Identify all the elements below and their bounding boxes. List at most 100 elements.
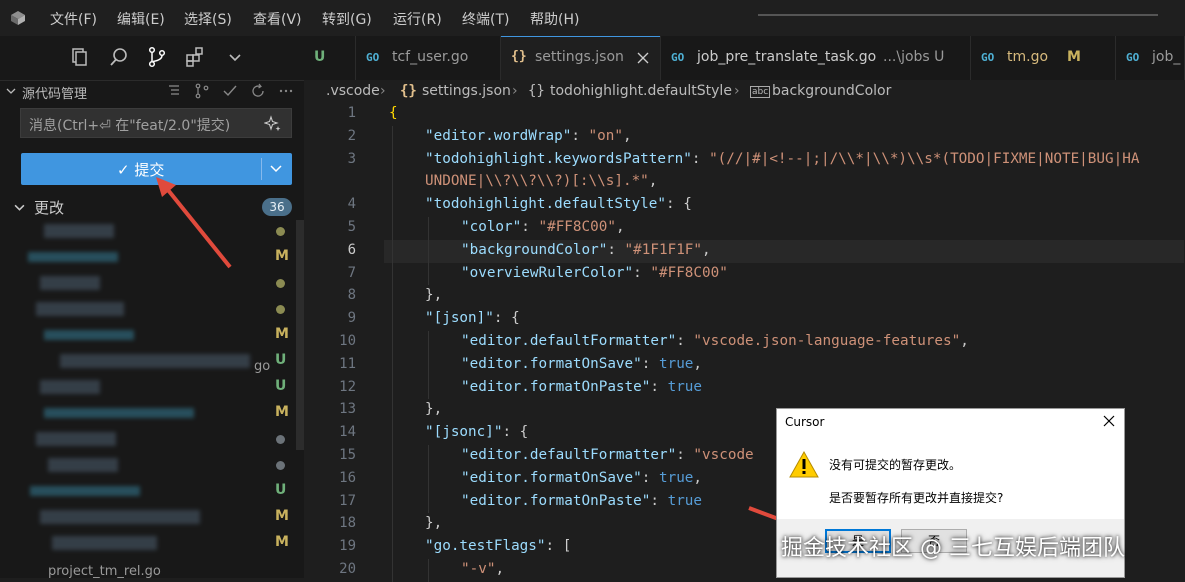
code-token: "vscode.json-language-features" — [693, 333, 961, 349]
indent-guide — [428, 353, 429, 377]
list-item[interactable]: M — [0, 531, 292, 557]
code-token: "(//|#|<!--|;|/\\*|\\*)\\s*(TODO|FIXME|N… — [709, 150, 1140, 167]
file-name-partial[interactable]: project_tm_rel.go — [48, 564, 161, 579]
cursor-logo-icon — [11, 11, 25, 25]
list-item[interactable]: M — [0, 245, 292, 271]
indent-guide — [392, 308, 393, 331]
breadcrumb-symbol[interactable]: todohighlight.defaultStyle — [550, 83, 732, 99]
indent-guide — [428, 445, 429, 468]
editor-tab[interactable]: GO job_ — [1116, 36, 1185, 80]
list-item[interactable]: M — [0, 505, 292, 531]
indent-guide — [428, 217, 429, 240]
line-number: 2 — [347, 127, 356, 144]
menu-item[interactable]: 查看(V) — [253, 9, 302, 29]
code-line: "color": "#FF8C00", — [461, 219, 625, 235]
code-token: }, — [425, 515, 443, 532]
indent-guide — [428, 239, 429, 263]
view-as-tree-icon[interactable] — [166, 83, 182, 99]
code-token: : — [633, 264, 651, 281]
list-item[interactable]: M — [0, 323, 292, 349]
code-token: "overviewRulerColor" — [461, 264, 634, 281]
indent-guide — [392, 536, 393, 559]
sidebar-scrollbar[interactable] — [296, 220, 304, 450]
title-search-underline — [758, 14, 1158, 16]
explorer-icon[interactable] — [68, 46, 90, 68]
indent-guide — [392, 285, 393, 309]
list-item[interactable] — [0, 219, 292, 245]
line-number: 8 — [347, 287, 356, 304]
file-status-badge: M — [275, 326, 289, 342]
editor-tab[interactable]: U — [304, 36, 356, 80]
menu-item[interactable]: 选择(S) — [184, 9, 232, 29]
list-item[interactable]: U — [0, 375, 292, 401]
list-item[interactable]: U — [0, 349, 292, 375]
code-token: "editor.formatOnPaste" — [461, 378, 651, 395]
checkmark-icon[interactable] — [222, 83, 238, 99]
line-number: 14 — [339, 424, 356, 441]
code-token: : — [676, 333, 694, 349]
list-item[interactable]: U — [0, 479, 292, 505]
editor-tab[interactable]: {} settings.json — [501, 36, 661, 80]
file-name-redacted — [40, 510, 200, 524]
code-token: true — [658, 355, 694, 372]
code-token: : — [571, 127, 589, 144]
editor-tab[interactable]: GO tcf_user.go — [356, 36, 501, 80]
commit-message-placeholder: 消息(Ctrl+⏎ 在"feat/2.0"提交) — [29, 118, 231, 134]
code-token: "#FF8C00" — [650, 264, 728, 281]
close-icon[interactable] — [1103, 415, 1115, 427]
code-token: "editor.formatOnSave" — [461, 355, 642, 372]
code-token: , — [960, 333, 969, 349]
refresh-icon[interactable] — [250, 83, 266, 99]
json-file-icon: {} — [400, 83, 417, 99]
extensions-icon[interactable] — [184, 46, 206, 68]
code-line: "editor.wordWrap": "on", — [425, 128, 632, 144]
chevron-down-icon[interactable] — [14, 202, 25, 213]
menu-item[interactable]: 转到(G) — [322, 9, 372, 29]
chevron-down-icon[interactable] — [6, 86, 16, 96]
menu-item[interactable]: 编辑(E) — [117, 9, 165, 29]
file-status-dot — [276, 227, 285, 236]
code-token: "on" — [588, 127, 623, 144]
dialog-title: Cursor — [785, 415, 825, 429]
watermark: 掘金技术社区 @ 三七互娱后端团队 — [781, 536, 1125, 561]
chevron-down-icon[interactable] — [269, 162, 283, 176]
menu-item[interactable]: 帮助(H) — [530, 9, 579, 29]
code-token: , — [622, 127, 632, 144]
list-item[interactable] — [0, 427, 292, 453]
menu-item[interactable]: 文件(F) — [50, 9, 97, 29]
list-item[interactable] — [0, 271, 292, 297]
breadcrumb-separator: › — [380, 83, 386, 99]
breadcrumb-folder[interactable]: .vscode — [326, 83, 380, 99]
breadcrumb-property[interactable]: backgroundColor — [772, 83, 891, 99]
close-icon[interactable] — [637, 52, 649, 64]
code-token: "go.testFlags" — [425, 538, 546, 555]
editor-tab[interactable]: GO tm.go M — [971, 36, 1116, 80]
search-icon[interactable] — [108, 46, 130, 68]
menu-item[interactable]: 终端(T) — [462, 9, 509, 29]
line-number: 18 — [339, 515, 356, 532]
tab-status: ...\jobs U — [883, 49, 945, 65]
file-name-redacted — [52, 536, 157, 550]
line-number: 17 — [339, 492, 356, 509]
source-control-icon[interactable] — [146, 46, 168, 68]
file-name-redacted — [28, 252, 118, 262]
line-number: 7 — [347, 264, 356, 281]
list-item[interactable] — [0, 297, 292, 323]
commit-message-input[interactable]: 消息(Ctrl+⏎ 在"feat/2.0"提交) — [20, 108, 292, 138]
editor-tab[interactable]: GO job_pre_translate_task.go ...\jobs U — [661, 36, 971, 80]
list-item[interactable]: M — [0, 401, 292, 427]
list-item[interactable] — [0, 453, 292, 479]
changes-count-badge: 36 — [262, 198, 292, 216]
indent-guide — [392, 422, 393, 445]
indent-guide — [392, 171, 393, 195]
code-token: "-v" — [461, 561, 496, 577]
menu-item[interactable]: 运行(R) — [393, 9, 442, 29]
branch-icon[interactable] — [194, 83, 210, 99]
file-status-dot — [276, 279, 285, 288]
indent-guide — [392, 148, 393, 172]
chevron-down-icon[interactable] — [224, 46, 246, 68]
sparkle-icon[interactable] — [264, 115, 282, 133]
file-name-redacted — [44, 330, 134, 340]
breadcrumb-file[interactable]: settings.json — [422, 83, 511, 99]
more-actions-icon[interactable] — [278, 83, 294, 99]
